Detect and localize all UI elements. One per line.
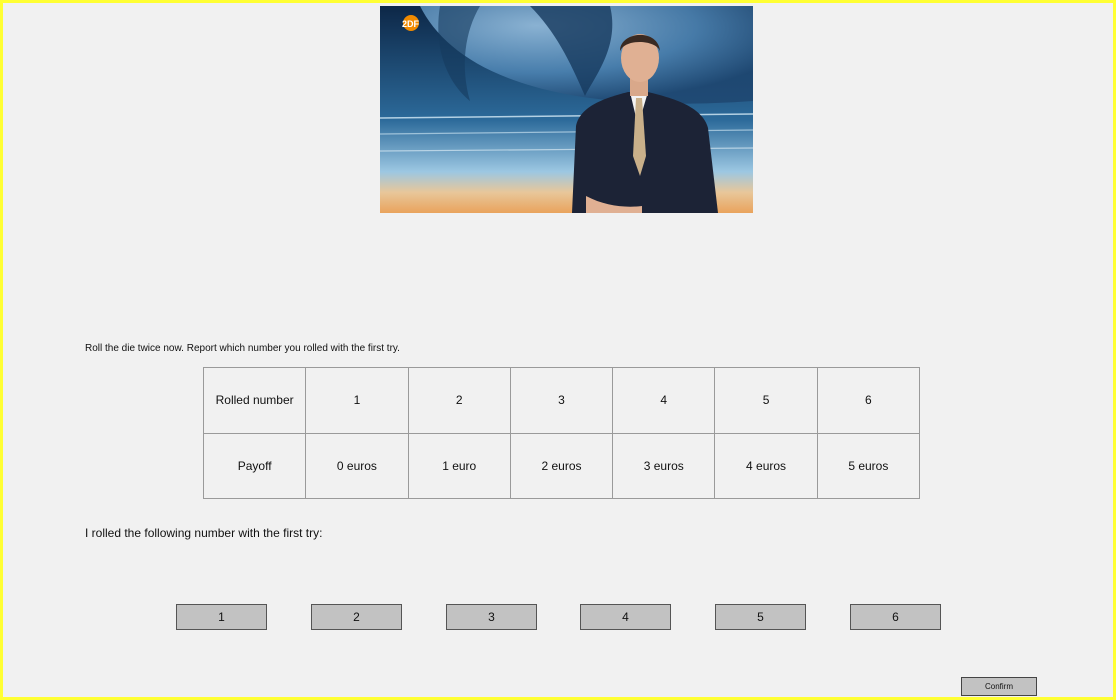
news-video: 2DF bbox=[380, 6, 753, 213]
row-header-payoff: Payoff bbox=[202, 432, 307, 499]
table-row-rolled-number: Rolled number 1 2 3 4 5 6 bbox=[202, 367, 921, 434]
choice-button-6[interactable]: 6 bbox=[850, 604, 941, 630]
table-cell: 1 euro bbox=[407, 432, 511, 499]
payoff-table: Rolled number 1 2 3 4 5 6 Payoff 0 euros… bbox=[202, 367, 921, 499]
news-anchor-video-frame: 2DF bbox=[380, 6, 753, 213]
choice-button-3[interactable]: 3 bbox=[446, 604, 537, 630]
table-cell: 0 euros bbox=[305, 432, 409, 499]
channel-logo: 2DF bbox=[402, 19, 420, 29]
table-cell: 4 bbox=[612, 367, 716, 434]
table-row-payoff: Payoff 0 euros 1 euro 2 euros 3 euros 4 … bbox=[202, 432, 921, 499]
confirm-button[interactable]: Confirm bbox=[961, 677, 1037, 696]
choice-button-1[interactable]: 1 bbox=[176, 604, 267, 630]
table-cell: 3 euros bbox=[612, 432, 716, 499]
table-cell: 2 bbox=[407, 367, 511, 434]
choice-button-5[interactable]: 5 bbox=[715, 604, 806, 630]
question-text: I rolled the following number with the f… bbox=[85, 526, 323, 540]
table-cell: 6 bbox=[816, 367, 921, 434]
instruction-text: Roll the die twice now. Report which num… bbox=[85, 343, 400, 354]
experiment-frame: 2DF Roll the die twice now. Report which… bbox=[0, 0, 1116, 700]
table-cell: 2 euros bbox=[509, 432, 614, 499]
table-cell: 5 bbox=[714, 367, 818, 434]
table-cell: 1 bbox=[305, 367, 409, 434]
table-cell: 5 euros bbox=[816, 432, 921, 499]
choice-button-4[interactable]: 4 bbox=[580, 604, 671, 630]
table-cell: 3 bbox=[509, 367, 614, 434]
row-header-rolled-number: Rolled number bbox=[202, 367, 307, 434]
choice-button-2[interactable]: 2 bbox=[311, 604, 402, 630]
table-cell: 4 euros bbox=[714, 432, 818, 499]
